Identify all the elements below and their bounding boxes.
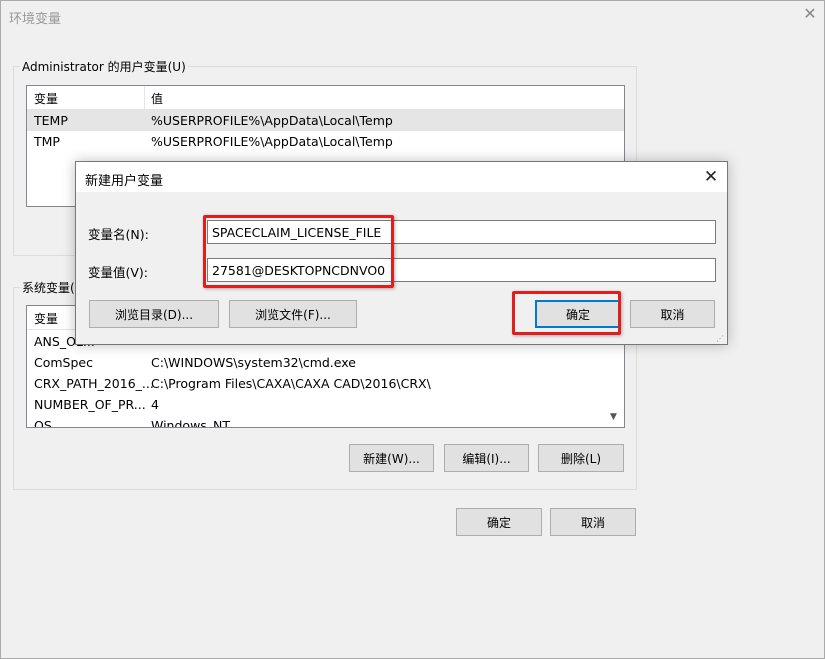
list-item[interactable]: CRX_PATH_2016_... C:\Program Files\CAXA\… bbox=[27, 373, 624, 394]
delete-variable-button[interactable]: 删除(L) bbox=[538, 444, 624, 472]
close-icon[interactable]: ✕ bbox=[800, 4, 820, 24]
list-header: 变量 值 bbox=[27, 86, 624, 110]
window-title: 环境变量 bbox=[9, 12, 62, 27]
column-header-variable[interactable]: 变量 bbox=[34, 90, 58, 107]
list-item[interactable]: NUMBER_OF_PR... 4 bbox=[27, 394, 624, 415]
list-item[interactable]: OS Windows_NT bbox=[27, 415, 624, 427]
new-variable-button[interactable]: 新建(W)... bbox=[349, 444, 434, 472]
variable-name-label: 变量名(N): bbox=[88, 227, 149, 242]
close-icon[interactable]: ✕ bbox=[700, 166, 722, 188]
variable-value-label: 变量值(V): bbox=[88, 265, 149, 280]
browse-file-button[interactable]: 浏览文件(F)... bbox=[229, 300, 357, 328]
highlight-box-fields bbox=[203, 215, 394, 288]
dialog-titlebar bbox=[76, 162, 727, 192]
highlight-box-ok bbox=[512, 291, 621, 335]
new-user-variable-dialog: 新建用户变量 ✕ 变量名(N): 变量值(V): 浏览目录(D)... 浏览文件… bbox=[75, 161, 728, 345]
user-variables-group-label: Administrator 的用户变量(U) bbox=[20, 58, 188, 75]
list-item[interactable]: TEMP %USERPROFILE%\AppData\Local\Temp bbox=[27, 110, 624, 131]
dialog-cancel-button[interactable]: 取消 bbox=[630, 300, 715, 328]
column-header-value[interactable]: 值 bbox=[151, 90, 163, 107]
column-header-variable[interactable]: 变量 bbox=[34, 310, 58, 327]
dialog-title: 新建用户变量 bbox=[85, 174, 164, 189]
chevron-down-icon[interactable]: ▼ bbox=[610, 412, 617, 422]
resize-grip-icon[interactable]: ⋰ bbox=[716, 334, 724, 343]
cancel-button[interactable]: 取消 bbox=[550, 508, 636, 536]
browse-directory-button[interactable]: 浏览目录(D)... bbox=[89, 300, 219, 328]
edit-variable-button[interactable]: 编辑(I)... bbox=[444, 444, 529, 472]
system-variables-group-label: 系统变量( bbox=[20, 279, 77, 296]
ok-button[interactable]: 确定 bbox=[456, 508, 542, 536]
list-item[interactable]: TMP %USERPROFILE%\AppData\Local\Temp bbox=[27, 131, 624, 152]
list-item[interactable]: ComSpec C:\WINDOWS\system32\cmd.exe bbox=[27, 352, 624, 373]
